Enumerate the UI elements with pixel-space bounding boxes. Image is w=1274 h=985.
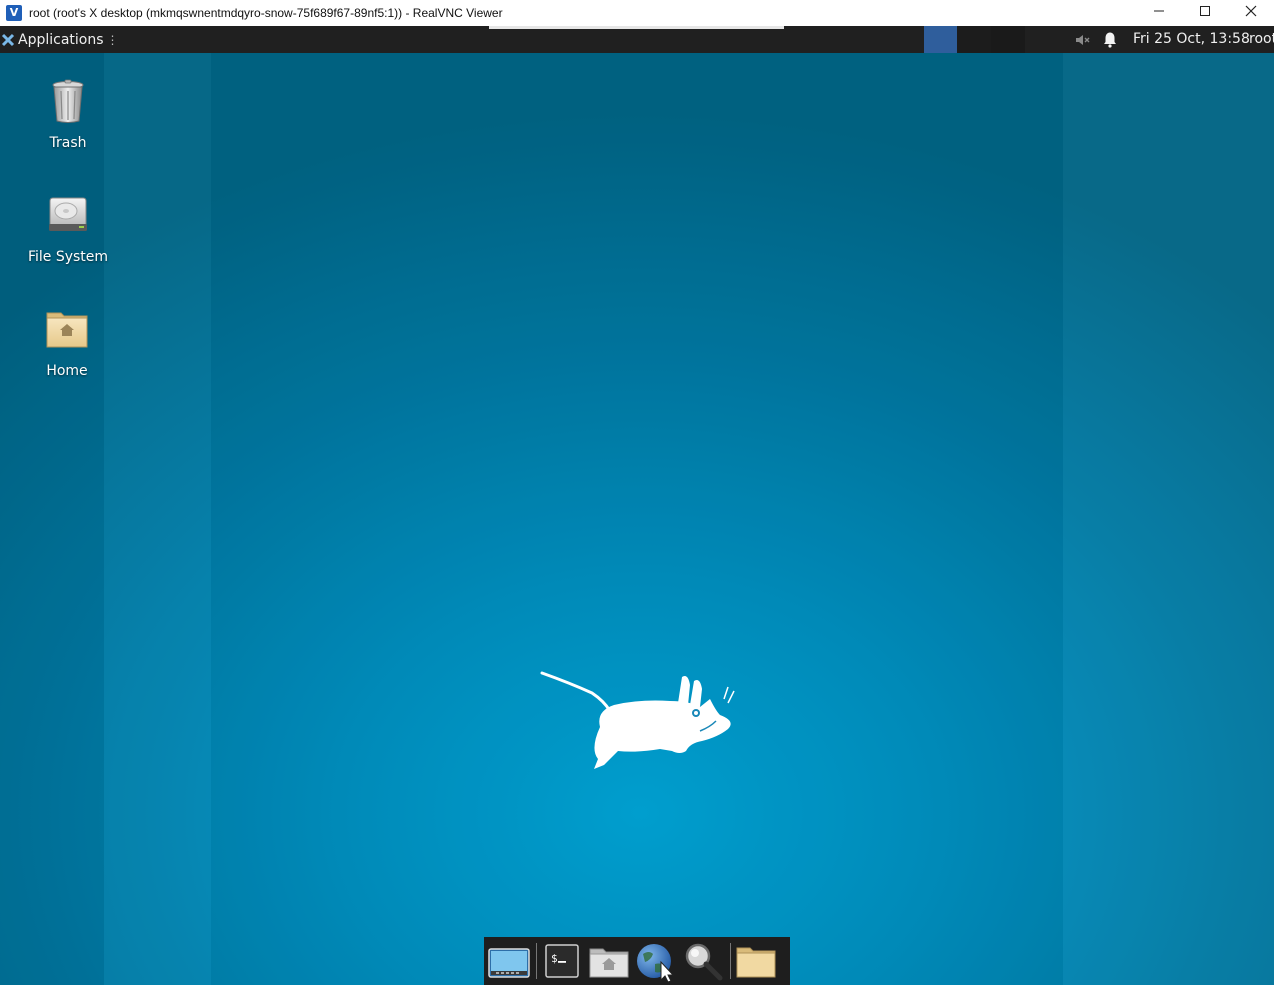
realvnc-icon: V bbox=[6, 5, 22, 21]
desktop-icon-label: Home bbox=[46, 363, 88, 379]
trash-icon bbox=[52, 79, 84, 123]
workspace-3[interactable] bbox=[991, 26, 1025, 53]
show-desktop-icon bbox=[488, 948, 530, 978]
svg-text:$: $ bbox=[551, 952, 558, 965]
workspace-1[interactable] bbox=[924, 26, 957, 53]
workspace-2[interactable] bbox=[957, 26, 991, 53]
minimize-icon bbox=[1154, 10, 1164, 12]
dock-show-desktop-button[interactable] bbox=[487, 939, 531, 983]
home-folder-icon bbox=[46, 312, 88, 348]
maximize-button[interactable] bbox=[1182, 0, 1228, 22]
window-buttons-area bbox=[489, 26, 784, 29]
close-button[interactable] bbox=[1228, 0, 1274, 22]
window-titlebar[interactable]: V root (root's X desktop (mkmqswnentmdqy… bbox=[0, 0, 1274, 26]
panel-handle-icon: ⋮ bbox=[106, 32, 119, 47]
desktop-icon-home[interactable]: Home bbox=[17, 305, 117, 379]
wallpaper-stripe bbox=[1063, 53, 1274, 985]
user-menu[interactable]: root bbox=[1249, 26, 1274, 53]
dock-file-manager-button[interactable] bbox=[587, 939, 631, 983]
dock-terminal-button[interactable]: $ bbox=[540, 939, 584, 983]
volume-muted-icon[interactable] bbox=[1074, 32, 1090, 48]
window-controls bbox=[1136, 0, 1274, 22]
terminal-icon: $ bbox=[545, 944, 579, 978]
hard-drive-icon bbox=[49, 197, 87, 231]
desktop-icon-trash[interactable]: Trash bbox=[18, 77, 118, 151]
file-manager-icon bbox=[589, 948, 629, 978]
folder-icon bbox=[736, 947, 776, 978]
desktop-icon-file-system[interactable]: File System bbox=[18, 191, 118, 265]
app-finder-icon bbox=[685, 943, 723, 981]
notification-bell-icon[interactable] bbox=[1102, 31, 1118, 48]
dock-separator bbox=[730, 943, 731, 979]
maximize-icon bbox=[1200, 6, 1210, 16]
desktop-icon-label: Trash bbox=[49, 135, 87, 151]
web-browser-icon bbox=[637, 944, 675, 982]
window-title: root (root's X desktop (mkmqswnentmdqyro… bbox=[29, 6, 503, 20]
top-panel: Applications ⋮ Fri 25 Oct, 13:58 root bbox=[0, 26, 1274, 53]
dock-web-browser-button[interactable] bbox=[634, 939, 678, 983]
xfce-mouse-logo bbox=[540, 671, 735, 769]
xfce-logo-icon bbox=[1, 33, 15, 46]
dock-app-finder-button[interactable] bbox=[681, 939, 725, 983]
dock-separator bbox=[536, 943, 537, 979]
close-icon bbox=[1245, 5, 1257, 17]
applications-menu-button[interactable]: Applications ⋮ bbox=[0, 26, 119, 53]
desktop[interactable]: Trash File System Home $ bbox=[0, 53, 1274, 985]
bottom-dock: $ bbox=[484, 937, 790, 985]
clock[interactable]: Fri 25 Oct, 13:58 bbox=[1133, 26, 1250, 53]
desktop-icon-label: File System bbox=[27, 249, 109, 265]
minimize-button[interactable] bbox=[1136, 0, 1182, 22]
applications-label: Applications bbox=[18, 31, 104, 48]
wallpaper-stripe bbox=[211, 53, 1063, 985]
dock-folder-button[interactable] bbox=[734, 939, 778, 983]
wallpaper-stripe bbox=[104, 53, 211, 985]
